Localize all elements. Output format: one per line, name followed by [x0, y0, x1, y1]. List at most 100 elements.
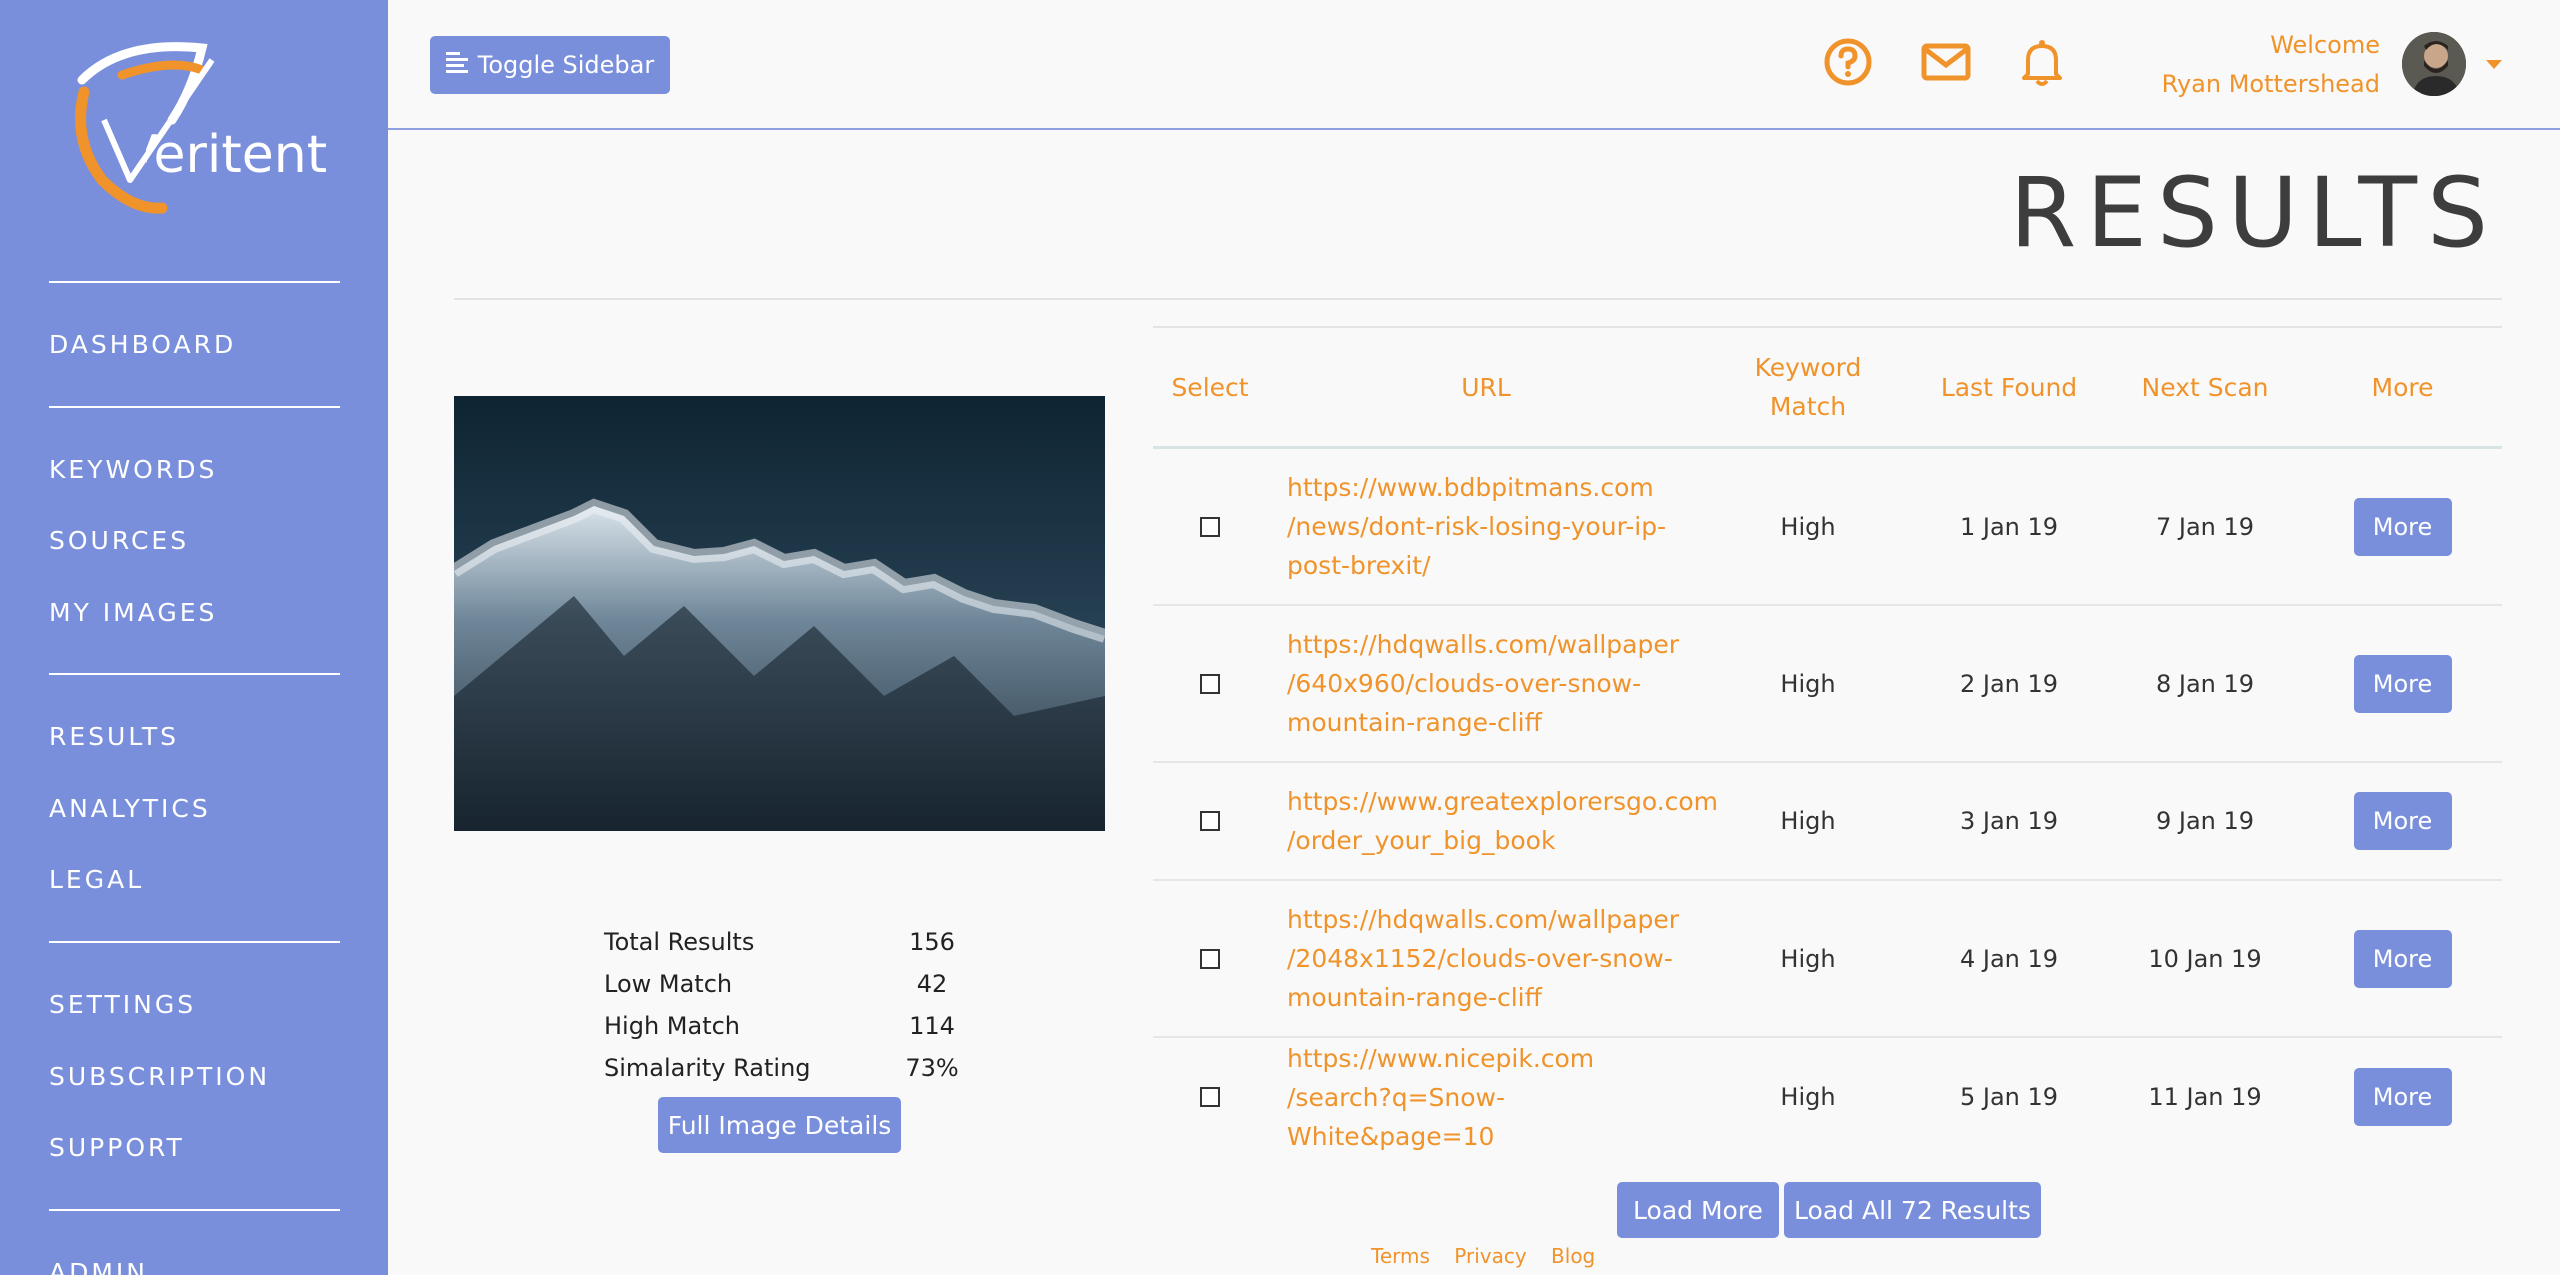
user-menu-caret-icon[interactable] — [2486, 60, 2502, 69]
table-row: https://www.greatexplorersgo.com /order_… — [1153, 763, 2502, 881]
keyword-match-cell: High — [1780, 512, 1836, 541]
sidebar-item-settings[interactable]: SETTINGS — [49, 990, 196, 1019]
table-row: https://www.bdbpitmans.com /news/dont-ri… — [1153, 449, 2502, 606]
column-header-keyword-match: Keyword Match — [1754, 353, 1862, 421]
avatar[interactable] — [2402, 32, 2466, 96]
help-icon[interactable] — [1822, 36, 1874, 88]
table-row: https://www.nicepik.com /search?q=Snow-W… — [1153, 1038, 2502, 1156]
next-scan-cell: 10 Jan 19 — [2148, 944, 2262, 973]
sidebar-item-admin[interactable]: ADMIN — [49, 1258, 148, 1275]
last-found-cell: 2 Jan 19 — [1959, 669, 2059, 698]
sidebar-item-analytics[interactable]: ANALYTICS — [49, 794, 211, 823]
column-header-select: Select — [1171, 372, 1249, 402]
page-title: RESULTS — [2009, 157, 2498, 269]
row-select-checkbox[interactable] — [1200, 673, 1220, 694]
toggle-sidebar-label: Toggle Sidebar — [477, 51, 655, 79]
result-url-link[interactable]: https://www.bdbpitmans.com /news/dont-ri… — [1287, 468, 1666, 585]
next-scan-cell: 8 Jan 19 — [2155, 669, 2255, 698]
result-url-link[interactable]: https://hdqwalls.com/wallpaper /2048x115… — [1287, 900, 1679, 1017]
column-header-url: URL — [1461, 372, 1511, 402]
stat-label: Low Match — [604, 970, 733, 998]
more-button[interactable]: More — [2353, 497, 2452, 556]
veritent-logo[interactable]: Veritent — [62, 30, 332, 230]
sidebar-item-keywords[interactable]: KEYWORDS — [49, 455, 217, 484]
stat-row-total-results: Total Results 156 — [604, 928, 964, 970]
row-select-checkbox[interactable] — [1200, 516, 1220, 537]
source-image-mountain — [454, 396, 1105, 831]
url-cell: https://hdqwalls.com/wallpaper /2048x115… — [1287, 881, 1705, 1036]
more-cell: More — [2303, 449, 2502, 604]
stat-row-low-match: Low Match 42 — [604, 970, 964, 1012]
row-select-checkbox[interactable] — [1200, 811, 1220, 831]
result-url-link[interactable]: https://www.nicepik.com /search?q=Snow-W… — [1287, 1039, 1705, 1156]
mail-icon[interactable] — [1920, 36, 1972, 88]
sidebar-item-support[interactable]: SUPPORT — [49, 1133, 185, 1162]
more-cell: More — [2303, 606, 2502, 761]
keyword-match-cell: High — [1780, 669, 1836, 698]
url-cell: https://www.bdbpitmans.com /news/dont-ri… — [1287, 449, 1705, 604]
table-row: https://hdqwalls.com/wallpaper /2048x115… — [1153, 881, 2502, 1038]
sidebar-item-results[interactable]: RESULTS — [49, 722, 179, 751]
image-stats: Total Results 156 Low Match 42 High Matc… — [604, 928, 964, 1096]
sidebar-item-subscription[interactable]: SUBSCRIPTION — [49, 1062, 270, 1091]
load-more-button[interactable]: Load More — [1617, 1182, 1779, 1238]
stat-label: Simalarity Rating — [604, 1054, 811, 1082]
full-image-details-button[interactable]: Full Image Details — [658, 1097, 901, 1153]
stat-value: 42 — [916, 970, 948, 998]
stat-label: High Match — [604, 1012, 741, 1040]
last-found-cell: 4 Jan 19 — [1959, 944, 2059, 973]
footer-link-blog[interactable]: Blog — [1551, 1244, 1595, 1268]
next-scan-cell: 11 Jan 19 — [2148, 1083, 2262, 1111]
load-all-results-button[interactable]: Load All 72 Results — [1784, 1182, 2041, 1238]
stat-value: 73% — [905, 1054, 959, 1082]
more-button[interactable]: More — [2353, 1068, 2452, 1126]
last-found-cell: 1 Jan 19 — [1959, 512, 2059, 541]
row-select-checkbox[interactable] — [1200, 1087, 1220, 1107]
more-cell: More — [2303, 881, 2502, 1036]
column-header-next-scan: Next Scan — [2141, 372, 2269, 402]
url-cell: https://hdqwalls.com/wallpaper /640x960/… — [1287, 606, 1705, 761]
url-cell: https://www.greatexplorersgo.com /order_… — [1287, 763, 1718, 879]
bell-icon[interactable] — [2016, 36, 2068, 88]
result-url-link[interactable]: https://hdqwalls.com/wallpaper /640x960/… — [1287, 625, 1679, 742]
sidebar-item-my-images[interactable]: MY IMAGES — [49, 598, 217, 627]
top-header: Toggle Sidebar Welcome Ryan Mottershead — [388, 0, 2560, 130]
url-cell: https://www.nicepik.com /search?q=Snow-W… — [1287, 1038, 1705, 1156]
select-cell — [1153, 449, 1267, 604]
welcome-text: Welcome Ryan Mottershead — [2162, 26, 2380, 104]
results-table: Select URL Keyword Match Last Found Next… — [1153, 326, 2502, 1156]
sidebar-divider — [49, 941, 340, 943]
table-row: https://hdqwalls.com/wallpaper /640x960/… — [1153, 606, 2502, 763]
select-cell — [1153, 763, 1267, 879]
more-cell: More — [2303, 1038, 2502, 1156]
stat-row-similarity-rating: Simalarity Rating 73% — [604, 1054, 964, 1096]
more-button[interactable]: More — [2353, 929, 2452, 988]
more-button[interactable]: More — [2353, 792, 2452, 850]
sidebar-divider — [49, 281, 340, 283]
stat-value: 114 — [909, 1012, 955, 1040]
sidebar-item-sources[interactable]: SOURCES — [49, 526, 189, 555]
column-header-last-found: Last Found — [1940, 372, 2078, 402]
last-found-cell: 5 Jan 19 — [1959, 1083, 2059, 1111]
row-select-checkbox[interactable] — [1200, 948, 1220, 969]
more-cell: More — [2303, 763, 2502, 879]
stat-label: Total Results — [604, 928, 755, 956]
footer-link-terms[interactable]: Terms — [1371, 1244, 1430, 1268]
keyword-match-cell: High — [1780, 807, 1836, 835]
select-cell — [1153, 1038, 1267, 1156]
more-button[interactable]: More — [2353, 654, 2452, 713]
stat-row-high-match: High Match 114 — [604, 1012, 964, 1054]
sidebar-divider — [49, 673, 340, 675]
footer-links: Terms Privacy Blog — [1371, 1244, 1613, 1268]
keyword-match-cell: High — [1780, 1083, 1836, 1111]
sidebar-item-dashboard[interactable]: DASHBOARD — [49, 330, 236, 359]
menu-lines-icon — [445, 50, 470, 80]
result-url-link[interactable]: https://www.greatexplorersgo.com /order_… — [1287, 782, 1718, 860]
sidebar-item-legal[interactable]: LEGAL — [49, 865, 144, 894]
stat-value: 156 — [909, 928, 955, 956]
sidebar: Veritent DASHBOARD KEYWORDS SOURCES MY I… — [0, 0, 388, 1275]
user-name: Ryan Mottershead — [2161, 70, 2380, 98]
toggle-sidebar-button[interactable]: Toggle Sidebar — [430, 36, 670, 94]
footer-link-privacy[interactable]: Privacy — [1454, 1244, 1526, 1268]
logo-text: Veritent — [122, 125, 328, 185]
